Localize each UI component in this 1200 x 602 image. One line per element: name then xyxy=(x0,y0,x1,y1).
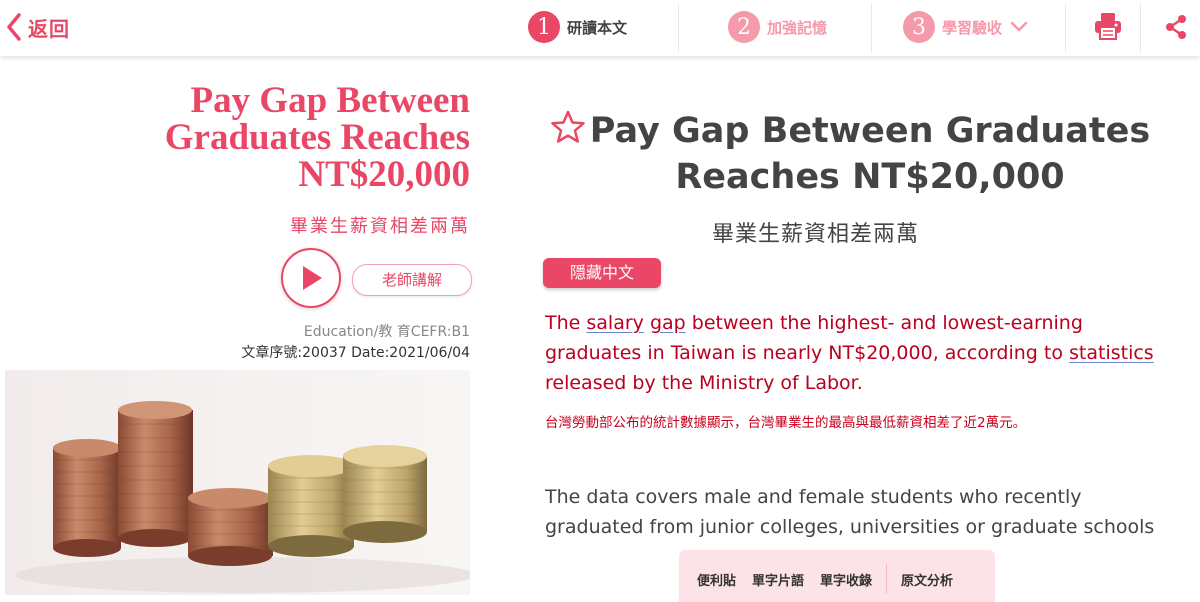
title-line: Pay Gap Between xyxy=(190,80,470,121)
toolbar-divider xyxy=(886,564,888,594)
divider xyxy=(1065,4,1066,52)
text-run: The xyxy=(545,312,587,334)
title-line: Graduates Reaches xyxy=(164,117,470,158)
toolbar-word-collection[interactable]: 單字收錄 xyxy=(812,570,880,589)
step-label: 加強記憶 xyxy=(767,18,828,37)
print-icon xyxy=(1095,13,1121,40)
article-subtitle: 畢業生薪資相差兩萬 xyxy=(712,222,920,247)
divider xyxy=(1140,4,1141,52)
bottom-toolbar: 便利貼 單字片語 單字收錄 原文分析 xyxy=(679,550,995,602)
chevron-left-icon xyxy=(7,13,21,41)
coin-stacks-illustration xyxy=(5,370,470,595)
text-line: The data covers male and female students… xyxy=(545,486,1082,508)
step-number: 1 xyxy=(528,11,560,43)
toolbar-text-analysis[interactable]: 原文分析 xyxy=(893,570,961,589)
paragraph-chinese: 台灣勞動部公布的統計數據顯示，台灣畢業生的最高與最低薪資相差了近2萬元。 xyxy=(545,415,1027,431)
print-button[interactable] xyxy=(1093,11,1123,45)
title-line: Pay Gap Between Graduates xyxy=(589,111,1151,151)
top-bar: 返回 1 研讀本文 2 加強記憶 3 學習驗收 xyxy=(0,0,1200,56)
divider xyxy=(678,4,679,52)
chevron-down-icon xyxy=(1010,21,1028,32)
step-reinforce-memory[interactable]: 2 加強記憶 xyxy=(728,10,827,44)
vocab-word[interactable]: salary xyxy=(586,312,644,334)
share-button[interactable] xyxy=(1163,14,1189,44)
step-read-article[interactable]: 1 研讀本文 xyxy=(528,10,627,44)
share-icon xyxy=(1166,15,1186,39)
left-subtitle: 畢業生薪資相差兩萬 xyxy=(290,216,470,237)
text-line: graduated from junior colleges, universi… xyxy=(545,516,1155,538)
paragraph-english: The salary gap between the highest- and … xyxy=(545,308,1165,398)
text-run: released by the Ministry of Labor. xyxy=(545,372,863,394)
step-number: 2 xyxy=(728,11,760,43)
play-audio-button[interactable] xyxy=(281,248,341,308)
meta-serial-date: 文章序號:20037 Date:2021/06/04 xyxy=(241,345,470,361)
title-line: Reaches NT$20,000 xyxy=(675,157,1065,197)
teacher-explanation-button[interactable]: 老師講解 xyxy=(352,264,472,296)
play-icon xyxy=(303,266,322,290)
article-title: Pay Gap Between Graduates Reaches NT$20,… xyxy=(550,108,1190,200)
paragraph-english-2: The data covers male and female students… xyxy=(545,482,1195,539)
back-button[interactable]: 返回 xyxy=(6,12,70,42)
vocab-word[interactable]: statistics xyxy=(1069,342,1154,364)
meta-category: Education/教 育CEFR:B1 xyxy=(303,324,470,340)
step-learning-check[interactable]: 3 學習驗收 xyxy=(903,10,1028,44)
step-number: 3 xyxy=(903,11,935,43)
hide-chinese-button[interactable]: 隱藏中文 xyxy=(543,258,661,288)
step-label: 研讀本文 xyxy=(567,18,628,37)
vocab-word[interactable]: gap xyxy=(650,312,686,334)
title-line: NT$20,000 xyxy=(298,154,470,195)
toolbar-word-phrases[interactable]: 單字片語 xyxy=(744,570,812,589)
back-label: 返回 xyxy=(28,16,70,41)
toolbar-sticky-notes[interactable]: 便利貼 xyxy=(689,570,744,589)
divider xyxy=(871,4,872,52)
step-label: 學習驗收 xyxy=(942,18,1003,37)
left-article-title: Pay Gap Between Graduates Reaches NT$20,… xyxy=(70,82,470,193)
article-photo xyxy=(5,370,470,595)
